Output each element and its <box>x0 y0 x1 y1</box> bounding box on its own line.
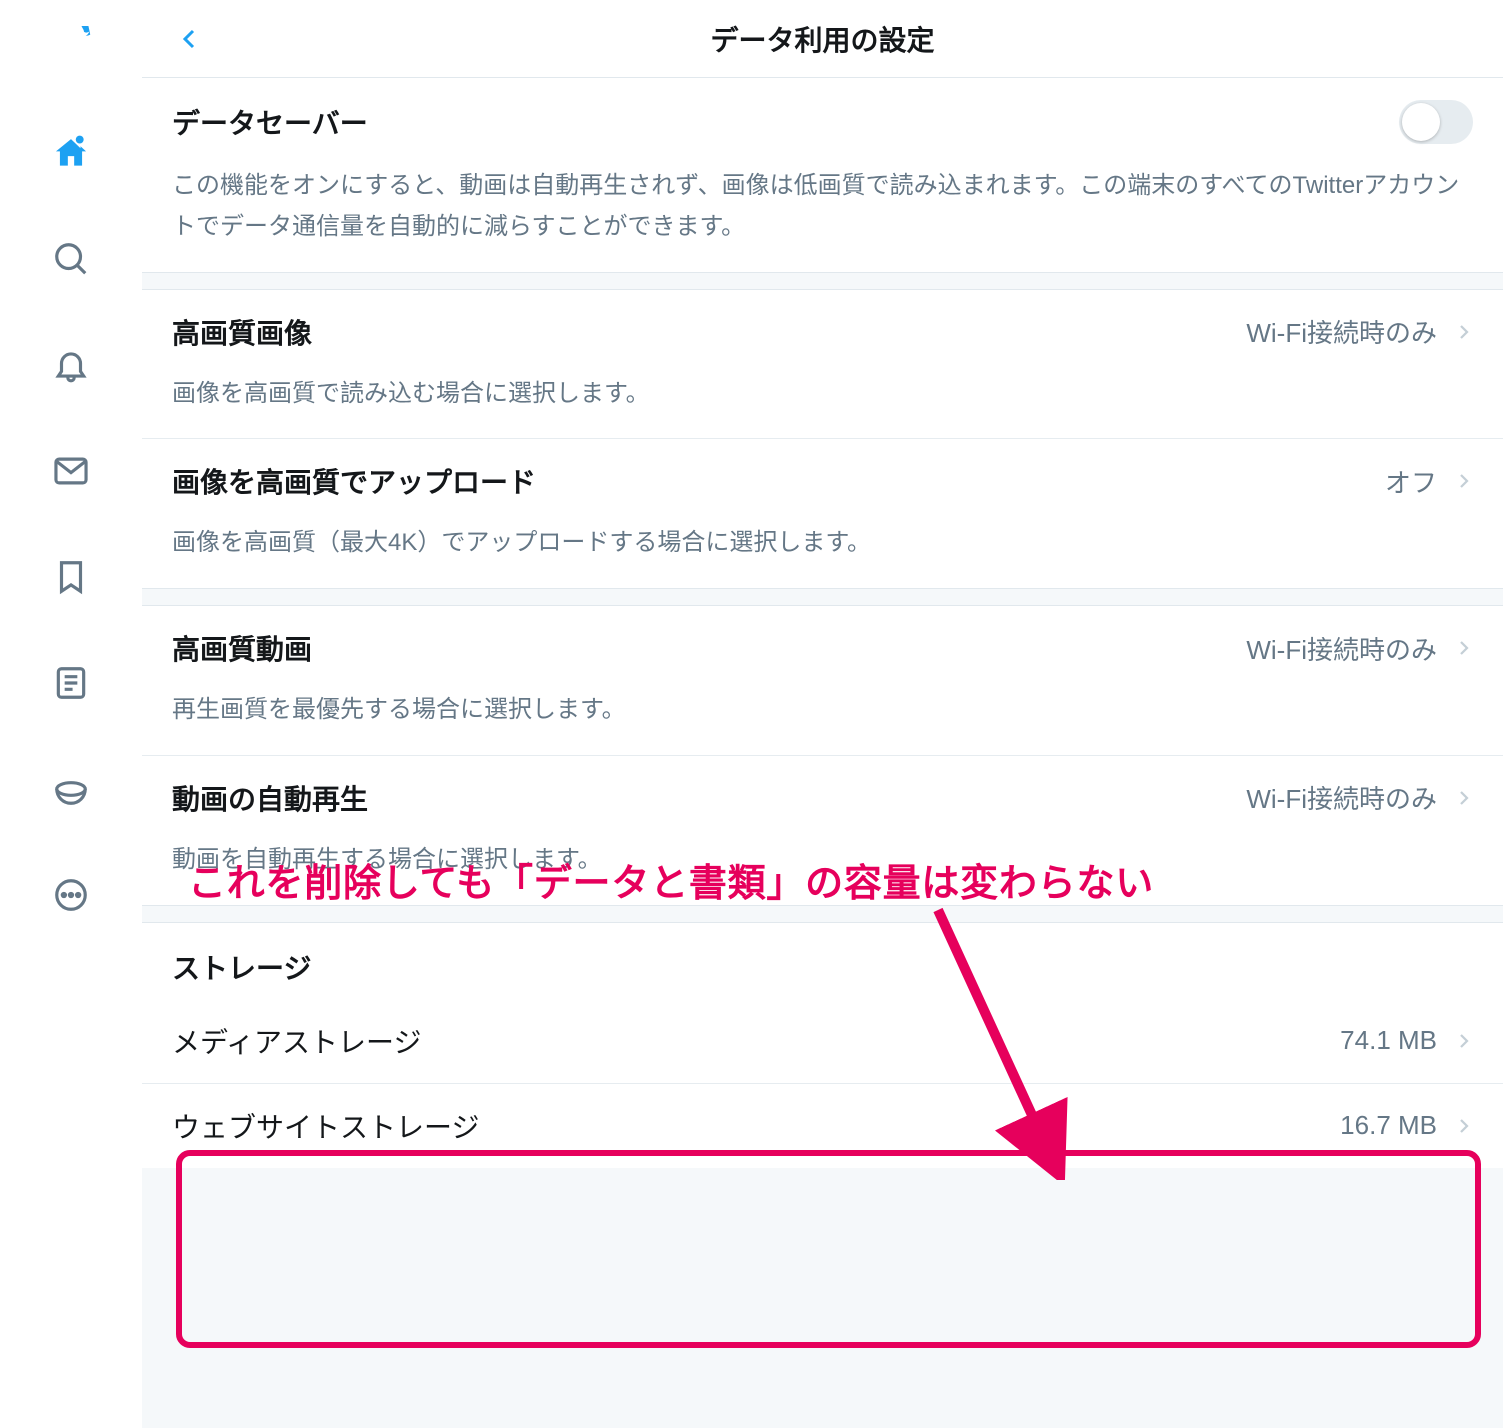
more-icon[interactable] <box>42 866 100 924</box>
upload-hq-image-value: オフ <box>1385 463 1437 500</box>
row-data-saver[interactable]: データセーバー <box>142 78 1503 166</box>
chevron-right-icon <box>1455 1026 1473 1056</box>
section-storage: ストレージ メディアストレージ 74.1 MB ウェブサイトストレージ 16.7… <box>142 923 1503 1168</box>
twitter-logo[interactable] <box>42 18 100 76</box>
main-content: データ利用の設定 データセーバー この機能をオンにすると、動画は自動再生されず、… <box>142 0 1503 1428</box>
hq-video-description: 再生画質を最優先する場合に選択します。 <box>142 690 1503 756</box>
data-saver-title: データセーバー <box>172 102 1399 142</box>
hq-video-title: 高画質動画 <box>172 628 1246 668</box>
row-upload-hq-image[interactable]: 画像を高画質でアップロード オフ <box>142 439 1503 523</box>
sidebar <box>0 0 142 1428</box>
autoplay-title: 動画の自動再生 <box>172 778 1246 818</box>
autoplay-description: 動画を自動再生する場合に選択します。 <box>142 840 1503 905</box>
upload-hq-image-description: 画像を高画質（最大4K）でアップロードする場合に選択します。 <box>142 523 1503 588</box>
row-high-quality-image[interactable]: 高画質画像 Wi-Fi接続時のみ <box>142 290 1503 374</box>
autoplay-value: Wi-Fi接続時のみ <box>1246 779 1437 816</box>
lists-icon[interactable] <box>42 654 100 712</box>
media-storage-title: メディアストレージ <box>172 1021 1340 1061</box>
data-saver-description: この機能をオンにすると、動画は自動再生されず、画像は低画質で読み込まれます。この… <box>142 166 1503 272</box>
section-video: 高画質動画 Wi-Fi接続時のみ 再生画質を最優先する場合に選択します。 動画の… <box>142 606 1503 905</box>
bookmarks-icon[interactable] <box>42 548 100 606</box>
row-autoplay-video[interactable]: 動画の自動再生 Wi-Fi接続時のみ <box>142 756 1503 840</box>
page-title: データ利用の設定 <box>142 19 1503 59</box>
media-storage-value: 74.1 MB <box>1340 1025 1437 1056</box>
back-button[interactable] <box>160 9 220 69</box>
section-data-saver: データセーバー この機能をオンにすると、動画は自動再生されず、画像は低画質で読み… <box>142 78 1503 272</box>
messages-icon[interactable] <box>42 442 100 500</box>
search-icon[interactable] <box>42 230 100 288</box>
home-icon[interactable] <box>42 124 100 182</box>
row-media-storage[interactable]: メディアストレージ 74.1 MB <box>142 999 1503 1084</box>
section-images: 高画質画像 Wi-Fi接続時のみ 画像を高画質で読み込む場合に選択します。 画像… <box>142 290 1503 589</box>
moments-icon[interactable] <box>42 760 100 818</box>
notifications-icon[interactable] <box>42 336 100 394</box>
row-high-quality-video[interactable]: 高画質動画 Wi-Fi接続時のみ <box>142 606 1503 690</box>
storage-header: ストレージ <box>142 923 1503 999</box>
chevron-right-icon <box>1455 633 1473 663</box>
website-storage-title: ウェブサイトストレージ <box>172 1106 1340 1146</box>
hq-image-description: 画像を高画質で読み込む場合に選択します。 <box>142 374 1503 440</box>
chevron-right-icon <box>1455 466 1473 496</box>
upload-hq-image-title: 画像を高画質でアップロード <box>172 461 1385 501</box>
row-website-storage[interactable]: ウェブサイトストレージ 16.7 MB <box>142 1084 1503 1168</box>
page-header: データ利用の設定 <box>142 0 1503 78</box>
data-saver-toggle[interactable] <box>1399 100 1473 144</box>
hq-image-value: Wi-Fi接続時のみ <box>1246 313 1437 350</box>
website-storage-value: 16.7 MB <box>1340 1110 1437 1141</box>
chevron-right-icon <box>1455 1111 1473 1141</box>
chevron-right-icon <box>1455 317 1473 347</box>
hq-image-title: 高画質画像 <box>172 312 1246 352</box>
hq-video-value: Wi-Fi接続時のみ <box>1246 630 1437 667</box>
chevron-right-icon <box>1455 783 1473 813</box>
